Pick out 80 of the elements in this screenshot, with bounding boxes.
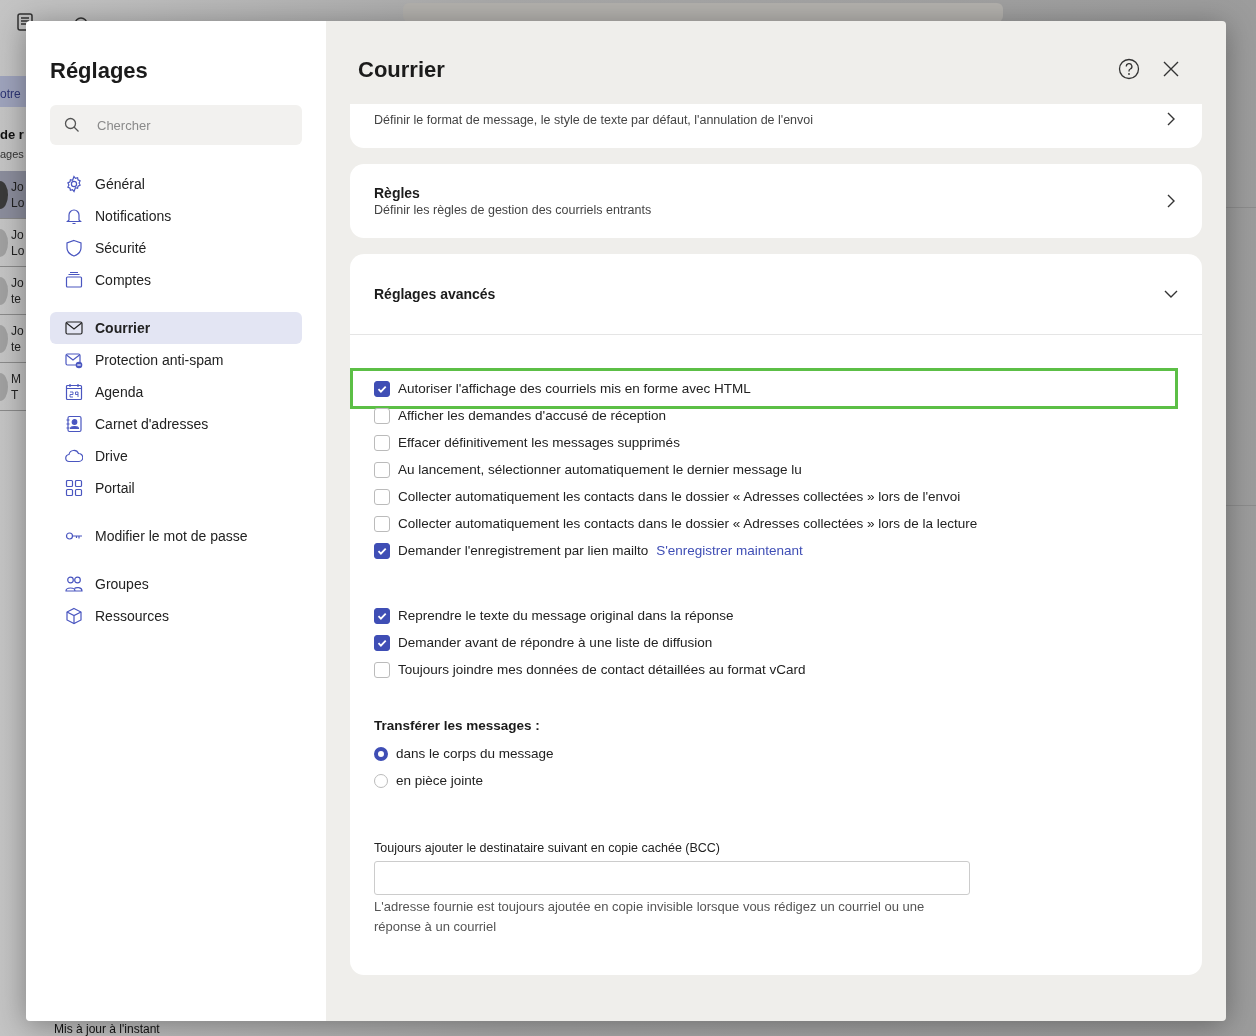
sidebar-item[interactable]: Ressources [50,600,302,632]
checkbox[interactable] [374,634,390,651]
text-fragment: Jo [11,274,24,291]
search-field[interactable]: Chercher [50,105,302,145]
bcc-input-field[interactable] [374,861,970,895]
sidebar-item[interactable]: Notifications [50,200,302,232]
checkbox-label: Demander avant de répondre à une liste de diffusion [398,635,713,650]
card-description: Définir les règles de gestion des courriels entrants [374,202,653,218]
sidebar-item[interactable]: Sécurité [50,232,302,264]
checkbox-label: Demander l'enregistrement par lien mailto [398,543,649,558]
checkbox[interactable] [374,488,390,505]
checkbox-label: Reprendre le texte du message original dans la réponse [398,608,734,623]
text-fragment: Jo [11,178,25,195]
people-icon [65,575,83,593]
list-row[interactable]: Jo Lo [0,171,26,219]
text-fragment: Lo [11,194,25,211]
search-input[interactable]: Chercher [95,116,275,134]
settings-card[interactable]: Règles Définir les règles de gestion des courriels entrants [350,164,1202,238]
card-title: Règles [374,184,421,202]
sidebar-item[interactable]: Agenda [50,376,302,408]
checkbox-label: Effacer définitivement les messages supprimés [398,435,680,450]
sidebar-item[interactable]: Général [50,168,302,200]
stack-icon [65,271,83,289]
checkbox-label: Au lancement, sélectionner automatiquement le dernier message lu [398,462,802,477]
text-fragment: te [11,290,22,307]
sidebar-item[interactable]: Portail [50,472,302,504]
status-text: Mis à jour à l'instant [54,1022,160,1036]
sidebar-item[interactable]: Protection anti-spam [50,344,302,376]
sidebar-item[interactable]: Carnet d'adresses [50,408,302,440]
contact-book-icon [65,415,83,433]
text-fragment: T [11,386,20,403]
checkbox-label: Autoriser l'affichage des courriels mis en forme avec HTML [398,381,751,396]
radio-label: dans le corps du message [396,746,554,761]
card-description: Définir le format de message, le style de texte par défaut, l'annulation de l'envoi [374,112,815,128]
settings-card[interactable]: Définir le format de message, le style de texte par défaut, l'annulation de l'envoi [350,104,1202,148]
sidebar-item[interactable]: Groupes [50,568,302,600]
checkbox[interactable] [374,461,390,478]
text-fragment: te [11,338,22,355]
sidebar-item[interactable]: Courrier [50,312,302,344]
tab-label[interactable]: otre [0,76,26,107]
checkbox[interactable] [374,434,390,451]
radio-label: en pièce jointe [396,773,484,788]
grid-icon [65,479,83,497]
close-icon[interactable] [1162,59,1180,78]
field-label: Toujours ajouter le destinataire suivant en copie cachée (BCC) [374,840,722,856]
calendar-icon [65,383,83,401]
radio-button[interactable] [374,773,388,788]
checkbox-label: Toujours joindre mes données de contact détaillées au format vCard [398,662,806,677]
register-link[interactable]: S'enregistrer maintenant [656,543,803,558]
envelope-icon [65,319,83,337]
checkbox-label: Collecter automatiquement les contacts dans le dossier « Adresses collectées » lors de l'envoi [398,489,961,504]
page-title: Courrier [358,56,446,83]
sidebar-item[interactable]: Comptes [50,264,302,296]
section-title: Réglages avancés [374,285,497,303]
gear-icon [65,175,83,193]
cube-icon [65,607,83,625]
text-fragment: ages [0,147,25,161]
bell-icon [65,207,83,225]
text-fragment: Jo [11,322,24,339]
shield-icon [65,239,83,257]
envelope-minus-icon [65,351,83,369]
text-fragment: Jo [11,226,25,243]
sidebar-item[interactable]: Drive [50,440,302,472]
text-fragment: M [11,370,21,387]
sidebar-item[interactable]: Modifier le mot de passe [50,520,302,552]
checkbox[interactable] [374,380,390,397]
cloud-icon [65,447,83,465]
help-text: L'adresse fournie est toujours ajoutée en copie invisible lorsque vous rédigez un courriel ou une réponse à un courriel [374,898,926,936]
checkbox[interactable] [374,607,390,624]
text-fragment: de r [0,127,25,143]
help-icon[interactable] [1118,57,1140,80]
section-label: Transférer les messages : [374,717,541,735]
checkbox[interactable] [374,661,390,678]
checkbox-label: Afficher les demandes d'accusé de réception [398,408,666,423]
radio-button[interactable] [374,746,388,761]
checkbox[interactable] [374,542,390,559]
checkbox-label: Collecter automatiquement les contacts dans le dossier « Adresses collectées » lors de la lecture [398,516,978,531]
sidebar-title: Réglages [50,58,149,84]
text-fragment: Lo [11,242,25,259]
checkbox[interactable] [374,515,390,532]
